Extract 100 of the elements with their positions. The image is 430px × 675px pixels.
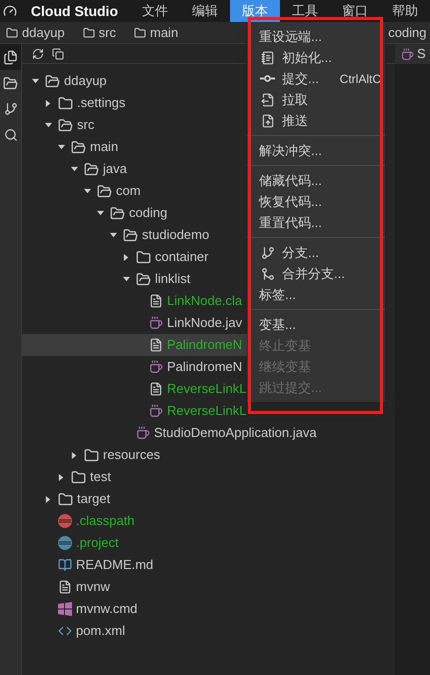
caret-icon[interactable] xyxy=(45,122,52,128)
tree-row[interactable]: main xyxy=(22,136,247,158)
coffee-cup-icon xyxy=(149,360,163,374)
file-name: ddayup xyxy=(64,72,107,90)
file-export-icon xyxy=(259,91,276,108)
tree-row[interactable]: PalindromeN xyxy=(22,356,247,378)
file-icon xyxy=(149,382,163,396)
tree-row[interactable]: resources xyxy=(22,444,247,466)
breadcrumb-link[interactable]: ddayup xyxy=(22,22,65,42)
file-name: studiodemo xyxy=(142,226,210,244)
caret-icon[interactable] xyxy=(58,474,65,480)
branch-icon xyxy=(259,244,276,261)
file-name: ReverseLinkL xyxy=(167,380,246,398)
caret-icon[interactable] xyxy=(110,232,117,238)
dropdown-item[interactable]: 合并分支... xyxy=(247,263,385,284)
breadcrumb-link[interactable]: src xyxy=(98,22,116,42)
editor-tab[interactable]: S xyxy=(395,44,430,64)
tree-row[interactable]: mvnw.cmd xyxy=(22,598,247,620)
menu-item[interactable]: 帮助 xyxy=(380,0,430,22)
tab-label: S xyxy=(417,45,426,64)
tree-row[interactable]: linklist xyxy=(22,268,247,290)
item-label: 恢复代码... xyxy=(259,192,322,211)
menu-item[interactable]: 文件 xyxy=(130,0,180,22)
item-label: 变基... xyxy=(259,316,296,334)
caret-icon[interactable] xyxy=(32,78,39,84)
tree-row[interactable]: pom.xml xyxy=(22,620,247,642)
tree-row[interactable]: src xyxy=(22,114,247,136)
dropdown-item[interactable]: 标签... xyxy=(247,284,385,305)
item-label: 分支... xyxy=(282,244,319,262)
tree-row[interactable]: LinkNode.cla xyxy=(22,290,247,312)
refresh-icon[interactable] xyxy=(32,48,44,60)
file-name: README.md xyxy=(76,556,154,574)
folder-icon xyxy=(71,470,86,484)
caret-icon[interactable] xyxy=(97,210,104,216)
dropdown-item[interactable]: 解决冲突... xyxy=(247,140,385,161)
tree-row[interactable]: target xyxy=(22,488,247,510)
folder-icon xyxy=(136,250,151,264)
dropdown-item[interactable]: 重设远端... xyxy=(247,26,385,47)
dropdown-item[interactable]: 储藏代码... xyxy=(247,170,385,191)
file-name: StudioDemoApplication.java xyxy=(154,424,317,442)
logo-icon xyxy=(3,4,18,18)
tree-row[interactable]: studiodemo xyxy=(22,224,247,246)
file-name: container xyxy=(155,248,208,266)
tree-row[interactable]: LinkNode.jav xyxy=(22,312,247,334)
coffee-cup-icon xyxy=(136,426,150,440)
item-label: 提交... xyxy=(282,70,319,88)
tree-row[interactable]: com xyxy=(22,180,247,202)
breadcrumb-link[interactable]: coding xyxy=(388,22,426,42)
folder-icon xyxy=(82,26,95,38)
tree-row[interactable]: ReverseLinkL xyxy=(22,400,247,422)
file-name: PalindromeN xyxy=(167,358,242,376)
dropdown-item[interactable]: 推送 xyxy=(247,110,385,131)
dropdown-item[interactable]: 拉取 xyxy=(247,89,385,110)
tree-row[interactable]: ReverseLinkL xyxy=(22,378,247,400)
tree-row[interactable]: .project xyxy=(22,532,247,554)
menu-item[interactable]: 工具 xyxy=(280,0,330,22)
file-name: LinkNode.jav xyxy=(167,314,242,332)
tree-row[interactable]: test xyxy=(22,466,247,488)
caret-icon[interactable] xyxy=(45,100,52,106)
menu-item[interactable]: 编辑 xyxy=(180,0,230,22)
item-label: 储藏代码... xyxy=(259,172,322,190)
caret-icon[interactable] xyxy=(123,254,130,260)
dropdown-item[interactable]: 分支... xyxy=(247,242,385,263)
caret-icon[interactable] xyxy=(123,276,130,282)
dropdown-item[interactable]: 恢复代码... xyxy=(247,191,385,212)
menu-item[interactable]: 窗口 xyxy=(330,0,380,22)
breadcrumb-link[interactable]: main xyxy=(150,22,178,42)
tree-row[interactable]: container xyxy=(22,246,247,268)
folder-open-icon xyxy=(45,74,60,88)
caret-icon[interactable] xyxy=(58,144,65,150)
tree-row[interactable]: ddayup xyxy=(22,70,247,92)
item-label: 推送 xyxy=(282,112,308,130)
shortcut-label: CtrlAltC xyxy=(340,70,381,88)
item-label: 初始化... xyxy=(282,48,332,67)
file-name: com xyxy=(116,182,141,200)
tree-row[interactable]: java xyxy=(22,158,247,180)
coffee-cup-icon xyxy=(149,404,163,418)
tree-row[interactable]: README.md xyxy=(22,554,247,576)
activity-button[interactable] xyxy=(0,44,21,70)
caret-icon[interactable] xyxy=(71,166,78,172)
folder-open-icon xyxy=(110,206,125,220)
tree-row[interactable]: coding xyxy=(22,202,247,224)
dropdown-item[interactable]: 提交... CtrlAltC xyxy=(247,68,385,89)
dropdown-item[interactable]: 初始化... xyxy=(247,47,385,68)
striped-circle-icon xyxy=(58,514,72,528)
item-label: 重置代码... xyxy=(259,214,322,232)
collapse-icon[interactable] xyxy=(52,48,64,60)
tree-row[interactable]: StudioDemoApplication.java xyxy=(22,422,317,444)
file-icon xyxy=(58,580,72,594)
tree-row[interactable]: .settings xyxy=(22,92,247,114)
tree-row[interactable]: PalindromeN xyxy=(22,334,247,356)
item-label: 跳过提交... xyxy=(259,378,322,397)
tree-row[interactable]: .classpath xyxy=(22,510,247,532)
caret-icon[interactable] xyxy=(84,188,91,194)
dropdown-item[interactable]: 重置代码... xyxy=(247,212,385,233)
tree-row[interactable]: mvnw xyxy=(22,576,247,598)
dropdown-item[interactable]: 变基... xyxy=(247,314,385,335)
caret-icon[interactable] xyxy=(45,496,52,502)
item-label: 拉取 xyxy=(282,90,308,109)
caret-icon[interactable] xyxy=(71,452,78,458)
